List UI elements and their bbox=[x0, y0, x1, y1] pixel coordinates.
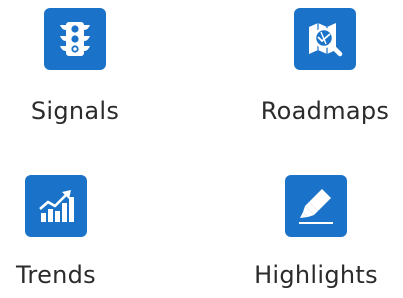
trends-icon-box[interactable] bbox=[25, 175, 87, 237]
highlighter-icon bbox=[299, 189, 333, 224]
tile-signals[interactable]: Signals bbox=[0, 8, 155, 125]
traffic-light-icon bbox=[60, 22, 90, 56]
tile-label-signals: Signals bbox=[30, 97, 120, 125]
map-search-icon bbox=[309, 23, 343, 57]
trend-chart-icon bbox=[39, 190, 74, 222]
highlights-icon-box[interactable] bbox=[285, 175, 347, 237]
tile-highlights[interactable]: Highlights bbox=[236, 175, 396, 289]
tile-label-trends: Trends bbox=[16, 261, 96, 289]
roadmaps-icon-box[interactable] bbox=[294, 8, 356, 70]
tile-label-roadmaps: Roadmaps bbox=[260, 97, 390, 125]
signals-icon-box[interactable] bbox=[44, 8, 106, 70]
tile-roadmaps[interactable]: Roadmaps bbox=[245, 8, 403, 125]
tile-label-highlights: Highlights bbox=[254, 261, 378, 289]
tile-trends[interactable]: Trends bbox=[0, 175, 136, 289]
